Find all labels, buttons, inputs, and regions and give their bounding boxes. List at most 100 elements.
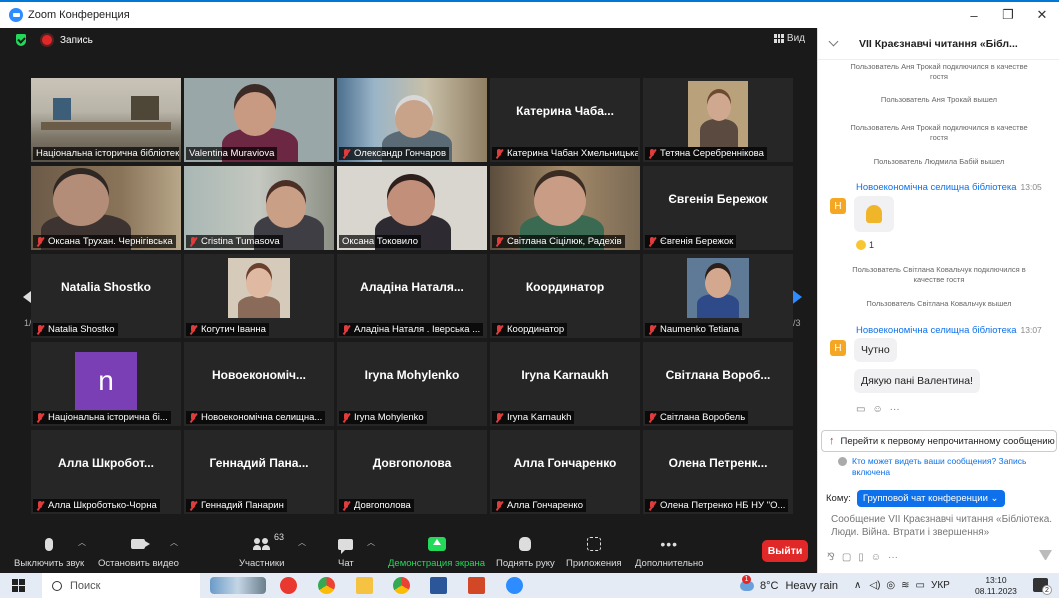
windows-start-icon[interactable] (12, 579, 25, 592)
weather-desc[interactable]: Heavy rain (785, 580, 838, 592)
reply-icon[interactable]: ▭ (856, 404, 865, 415)
video-tile[interactable]: Iryna Mohylenko Iryna Mohylenko (337, 342, 487, 426)
file-explorer-icon[interactable] (356, 577, 373, 594)
restore-button[interactable]: ❐ (991, 2, 1025, 28)
battery-icon[interactable]: ▭ (916, 580, 925, 591)
emoji-icon[interactable]: ☺ (871, 552, 881, 563)
screenshot-icon[interactable]: ▢ (842, 552, 851, 563)
collapse-chevron-icon[interactable] (828, 36, 839, 47)
more-dots-icon[interactable]: ··· (888, 552, 898, 563)
video-tile[interactable]: Геннадий Пана... Геннадий Панарин (184, 430, 334, 514)
video-tile[interactable]: Довгополова Довгополова (337, 430, 487, 514)
video-tile[interactable]: Олександр Гончаров (337, 78, 487, 162)
close-button[interactable]: ✕ (1025, 2, 1059, 28)
leave-meeting-button[interactable]: Выйти (762, 540, 808, 562)
manatee-widget-icon[interactable] (210, 577, 266, 594)
video-tile[interactable]: n Національна історична бі... (31, 342, 181, 426)
video-tile[interactable]: Iryna Karnaukh Iryna Karnaukh (490, 342, 640, 426)
video-tile[interactable]: Когутич Іванна (184, 254, 334, 338)
video-tile[interactable]: Оксана Трухан. Чернігівська (31, 166, 181, 250)
mic-muted-icon (648, 236, 656, 247)
more-dots-icon[interactable]: ··· (890, 404, 900, 415)
powerpoint-icon[interactable] (468, 577, 485, 594)
mute-button[interactable]: Выключить звук (14, 534, 84, 569)
share-screen-button[interactable]: Демонстрация экрана (388, 534, 485, 569)
chat-message-bubble[interactable]: Дякую пані Валентина! (854, 369, 980, 393)
participants-options-chevron-icon[interactable]: ︿ (298, 537, 306, 548)
who-can-see-link[interactable]: Кто может видеть ваши сообщения? Запись … (838, 456, 1053, 478)
taskbar-search[interactable]: Поиск (42, 573, 200, 598)
participant-name-label: Світлана Сіцілюк, Радехів (492, 235, 625, 248)
file-icon[interactable]: ▯ (858, 552, 864, 563)
speaker-icon[interactable]: ◁) (869, 580, 880, 591)
chat-icon (338, 538, 354, 554)
sender-name[interactable]: Новоекономічна селищна бібліотека (856, 182, 1017, 193)
video-tile[interactable]: Олена Петренк... Олена Петренко НБ НУ "О… (643, 430, 793, 514)
word-icon[interactable] (430, 577, 447, 594)
video-tile[interactable]: Natalia Shostko Natalia Shostko (31, 254, 181, 338)
minimize-button[interactable]: – (957, 2, 991, 28)
video-tile[interactable]: Євгенія Бережок Євгенія Бережок (643, 166, 793, 250)
view-button[interactable]: Вид (773, 33, 805, 44)
weather-temp[interactable]: 8°C (760, 580, 778, 592)
record-label[interactable]: Запись (60, 35, 93, 46)
language-indicator[interactable]: УКР (931, 580, 950, 591)
tray-chevron-icon[interactable]: ∧ (854, 580, 861, 591)
audio-options-chevron-icon[interactable]: ︿ (78, 537, 86, 548)
wifi-icon[interactable]: ≋ (901, 580, 909, 591)
video-tile[interactable]: Алла Шкробот... Алла Шкроботько-Чорна (31, 430, 181, 514)
message-header: Новоекономічна селищна бібліотека 13:07 (856, 325, 1042, 336)
recipient-label: Кому: (826, 493, 851, 504)
add-reaction-icon[interactable]: ☺ (872, 404, 882, 415)
mic-muted-icon (648, 500, 656, 511)
reaction-badge[interactable]: 1 (856, 240, 874, 250)
chat-button[interactable]: Чат (338, 534, 354, 569)
video-tile[interactable]: Valentina Muraviova (184, 78, 334, 162)
video-tile[interactable]: Cristina Tumasova (184, 166, 334, 250)
video-tile[interactable]: Тетяна Серебреннікова (643, 78, 793, 162)
zoom-taskbar-icon[interactable] (506, 577, 523, 594)
video-tile[interactable]: Новоекономіч... Новоекономічна селищна..… (184, 342, 334, 426)
chrome-icon[interactable] (318, 577, 335, 594)
video-tile[interactable]: Naumenko Tetiana (643, 254, 793, 338)
video-tile[interactable]: Алла Гончаренко Алла Гончаренко (490, 430, 640, 514)
mic-muted-icon (495, 236, 503, 247)
participant-name-label: Тетяна Серебреннікова (645, 147, 767, 160)
sender-name[interactable]: Новоекономічна селищна бібліотека (856, 325, 1017, 336)
participant-name-label: Оксана Трухан. Чернігівська (33, 235, 176, 248)
chat-options-chevron-icon[interactable]: ︿ (367, 537, 375, 548)
security-shield-icon[interactable] (16, 34, 26, 46)
video-tile[interactable]: Координатор Координатор (490, 254, 640, 338)
more-button[interactable]: ••• Дополнительно (635, 534, 703, 569)
participant-name-label: Координатор (492, 323, 568, 336)
video-options-chevron-icon[interactable]: ︿ (170, 537, 178, 548)
notification-center-icon[interactable]: 2 (1033, 578, 1052, 595)
video-tile[interactable]: Катерина Чаба... Катерина Чабан Хмельниц… (490, 78, 640, 162)
participant-name-label: Олена Петренко НБ НУ "О... (645, 499, 789, 512)
format-icon[interactable]: ⅋ (827, 552, 835, 563)
mic-muted-icon (495, 500, 503, 511)
participant-name-label: Довгополова (339, 499, 414, 512)
raise-hand-button[interactable]: Поднять руку (496, 534, 555, 569)
sender-avatar: Н (830, 198, 846, 214)
chat-message-bubble[interactable]: Чутно (854, 338, 897, 362)
apps-button[interactable]: Приложения (566, 534, 622, 569)
praying-hands-icon (866, 205, 882, 223)
app-tray-icon[interactable]: ◎ (886, 580, 895, 591)
video-tile[interactable]: Аладіна Наталя... Аладіна Наталя . Іверс… (337, 254, 487, 338)
emoji-message[interactable] (854, 196, 894, 232)
video-tile[interactable]: Оксана Токовило (337, 166, 487, 250)
windows-taskbar: Поиск 1 8°C Heavy rain ∧ ◁) ◎ ≋ ▭ УКР 13… (0, 573, 1059, 598)
opera-icon[interactable] (280, 577, 297, 594)
recipient-dropdown[interactable]: Групповой чат конференции ⌄ (856, 490, 1005, 507)
message-input[interactable]: Сообщение VII Краєзнавчі читання «Бібліо… (831, 513, 1053, 539)
video-tile[interactable]: Світлана Сіцілюк, Радехів (490, 166, 640, 250)
chrome-alt-icon[interactable] (393, 577, 410, 594)
send-icon[interactable] (1039, 550, 1052, 562)
jump-to-unread-button[interactable]: ↑ Перейти к первому непрочитанному сообщ… (821, 430, 1057, 452)
participant-center-name: Новоекономіч... (212, 368, 306, 382)
taskbar-clock[interactable]: 13:10 08.11.2023 (975, 575, 1017, 597)
stop-video-button[interactable]: Остановить видео (98, 534, 179, 569)
video-tile[interactable]: Світлана Вороб... Світлана Воробель (643, 342, 793, 426)
video-tile[interactable]: Національна історична бібліотека України (31, 78, 181, 162)
